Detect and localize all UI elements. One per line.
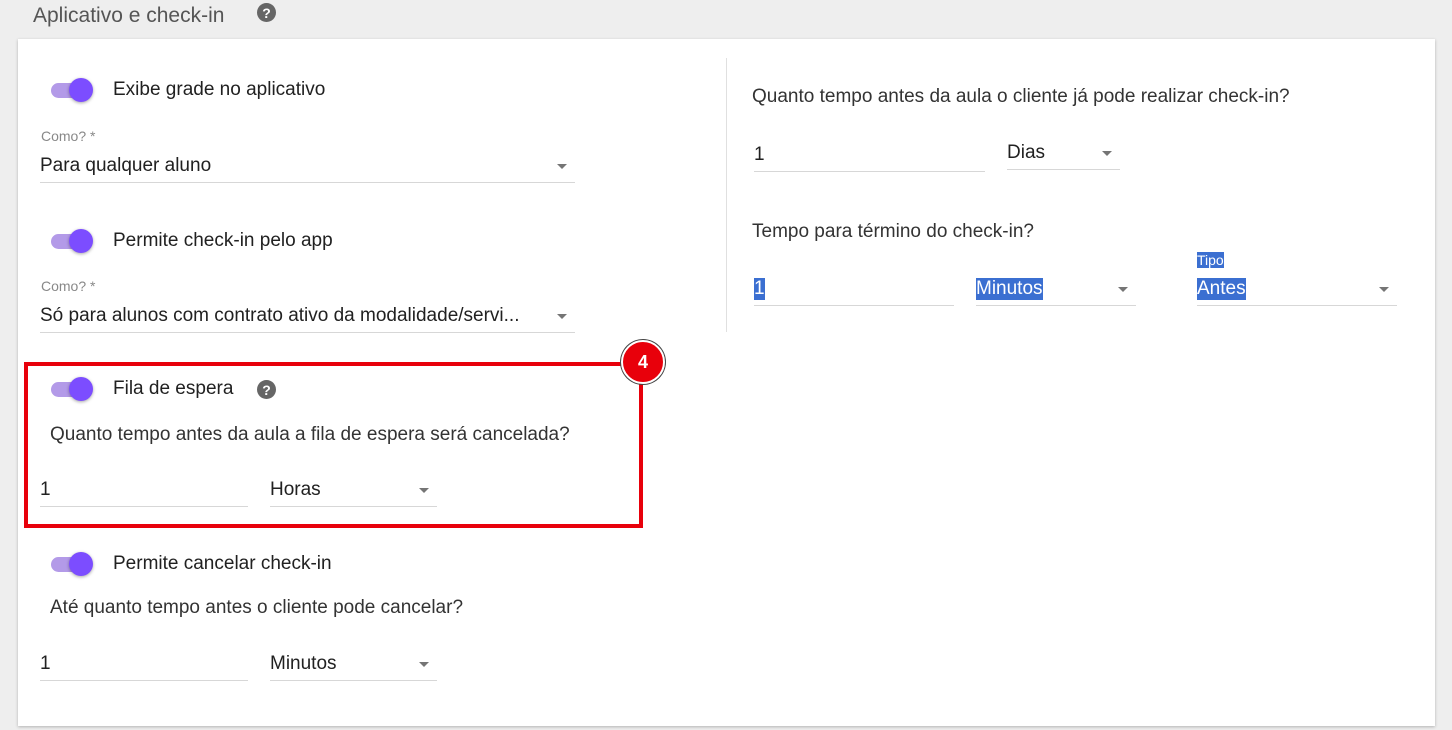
- antes-checkin-unit-value: Dias: [1007, 142, 1046, 163]
- cancelar-checkin-toggle[interactable]: [49, 552, 93, 576]
- chevron-down-icon: [557, 314, 567, 319]
- permite-checkin-label: Permite check-in pelo app: [113, 230, 333, 251]
- chevron-down-icon: [419, 662, 429, 667]
- cancelar-checkin-question: Até quanto tempo antes o cliente pode ca…: [50, 597, 464, 618]
- cancelar-checkin-unit-value: Minutos: [270, 653, 337, 674]
- antes-checkin-amount-input[interactable]: 1: [754, 138, 985, 172]
- termino-checkin-amount-value: 1: [754, 278, 765, 300]
- antes-checkin-unit-select[interactable]: Dias: [1007, 136, 1120, 170]
- tipo-select-label: Tipo: [1197, 252, 1224, 268]
- permite-checkin-toggle[interactable]: [49, 229, 93, 253]
- chevron-down-icon: [1379, 287, 1389, 292]
- exibe-grade-toggle[interactable]: [49, 78, 93, 102]
- exibe-grade-label: Exibe grade no aplicativo: [113, 79, 326, 100]
- chevron-down-icon: [557, 164, 567, 169]
- chevron-down-icon: [1118, 287, 1128, 292]
- help-icon[interactable]: ?: [257, 3, 276, 22]
- cancelar-checkin-unit-select[interactable]: Minutos: [270, 647, 437, 681]
- antes-checkin-amount-value: 1: [754, 144, 765, 165]
- antes-checkin-question: Quanto tempo antes da aula o cliente já …: [752, 86, 1290, 107]
- termino-checkin-question: Tempo para término do check-in?: [752, 221, 1034, 242]
- exibe-grade-select[interactable]: Para qualquer aluno: [40, 149, 575, 183]
- permite-checkin-select[interactable]: Só para alunos com contrato ativo da mod…: [40, 299, 575, 333]
- exibe-grade-select-label: Como? *: [41, 128, 96, 144]
- tipo-select[interactable]: Antes: [1197, 272, 1397, 306]
- cancelar-checkin-label: Permite cancelar check-in: [113, 553, 332, 574]
- permite-checkin-select-value: Só para alunos com contrato ativo da mod…: [40, 305, 520, 326]
- exibe-grade-select-value: Para qualquer aluno: [40, 155, 212, 176]
- page-title: Aplicativo e check-in: [33, 4, 225, 27]
- permite-checkin-select-label: Como? *: [41, 278, 96, 294]
- tipo-select-value: Antes: [1197, 278, 1246, 300]
- termino-checkin-amount-input[interactable]: 1: [754, 272, 954, 306]
- column-divider: [726, 58, 727, 332]
- termino-checkin-unit-value: Minutos: [976, 278, 1043, 300]
- annotation-highlight-box: [24, 362, 643, 528]
- cancelar-checkin-amount-value: 1: [40, 653, 51, 674]
- cancelar-checkin-amount-input[interactable]: 1: [40, 647, 248, 681]
- termino-checkin-unit-select[interactable]: Minutos: [976, 272, 1136, 306]
- annotation-step-badge: 4: [621, 340, 665, 384]
- chevron-down-icon: [1102, 151, 1112, 156]
